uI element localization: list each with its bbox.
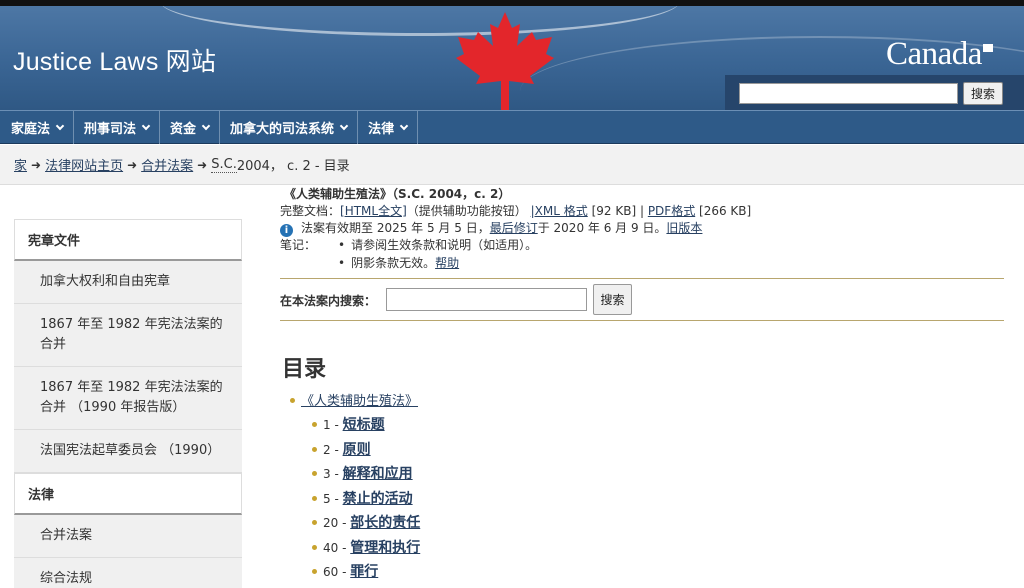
note-item: 请参阅生效条款和说明（如适用）。 (338, 236, 838, 254)
bullet-icon (312, 569, 317, 574)
bullet-icon (312, 471, 317, 476)
sidebar-item-regulations[interactable]: 综合法规 (14, 558, 242, 588)
sidebar-section-charter[interactable]: 宪章文件 (14, 219, 242, 261)
chevron-down-icon (141, 121, 151, 130)
nav-item-family-law[interactable]: 家庭法 (0, 111, 75, 144)
note-text: 请参阅生效条款和说明（如适用）。 (351, 238, 538, 252)
toc-link-minister[interactable]: 部长的责任 (350, 515, 420, 531)
chevron-down-icon (339, 121, 349, 130)
breadcrumb: 家 ➜ 法律网站主页 ➜ 合并法案 ➜ S.C. 2004， c. 2 - 目录 (0, 145, 1024, 185)
nav-item-laws[interactable]: 法律 (358, 111, 419, 144)
sidebar-item-consolidated-acts[interactable]: 合并法案 (14, 515, 242, 558)
toc-link-short-title[interactable]: 短标题 (343, 417, 385, 433)
site-search-input[interactable] (739, 83, 958, 104)
chevron-down-icon (55, 121, 65, 130)
help-link[interactable]: 帮助 (435, 256, 459, 270)
xml-size: [92 KB] | (591, 204, 644, 218)
toc-num: 40 - (323, 540, 351, 555)
canada-wordmark[interactable]: Canada (886, 36, 993, 73)
bullet-icon (312, 446, 317, 452)
breadcrumb-current: 2004， c. 2 - 目录 (236, 159, 350, 174)
sidebar-item-drafting-committee[interactable]: 法国宪法起草委员会 （1990） (14, 430, 242, 473)
arrow-right-icon: ➜ (31, 157, 42, 172)
toc-num: 3 - (323, 467, 343, 481)
act-search-input[interactable] (386, 288, 587, 311)
last-amended-link[interactable]: 最后修订 (490, 221, 538, 235)
toc-num: 1 - (323, 418, 343, 432)
toc-num: 60 - (323, 565, 351, 579)
old-versions-link[interactable]: 旧版本 (666, 221, 702, 235)
nav-item-criminal-justice[interactable]: 刑事司法 (74, 111, 161, 144)
sidebar-item-constitution-acts-1990[interactable]: 1867 年至 1982 年宪法法案的合并 （1990 年报告版） (14, 367, 242, 430)
sidebar-section-laws[interactable]: 法律 (14, 473, 242, 515)
full-document-line: 完整文档：[HTML全文]（提供辅助功能按钮） |XML 格式 [92 KB] … (280, 202, 751, 219)
chevron-down-icon (201, 121, 211, 130)
act-search-bar: 在本法案内搜索： 搜索 (280, 278, 1004, 321)
site-search-button[interactable]: 搜索 (963, 82, 1003, 105)
bullet-icon (312, 544, 317, 550)
bullet-icon (290, 398, 295, 403)
nav-label: 资金 (170, 122, 197, 137)
toc-item: 2 - 原则 (312, 439, 420, 464)
full-doc-label: 完整文档： (280, 204, 341, 218)
toc-item: 5 - 禁止的活动 (312, 488, 420, 513)
nav-label: 加拿大的司法系统 (230, 122, 335, 137)
pdf-size: [266 KB] (699, 204, 752, 218)
toc-link-administration[interactable]: 管理和执行 (350, 540, 420, 556)
toc-item: 40 - 管理和执行 (312, 537, 420, 562)
notes-label: 笔记： (280, 238, 317, 252)
arrow-right-icon: ➜ (127, 157, 138, 172)
toc-root-item: 《人类辅助生殖法》 (290, 390, 418, 409)
flag-icon (982, 44, 993, 52)
toc-num: 5 - (323, 491, 343, 506)
nav-item-funding[interactable]: 资金 (160, 111, 221, 144)
note-text: 阴影条款无效。 (351, 256, 436, 270)
nav-label: 法律 (368, 122, 395, 137)
act-search-label: 在本法案内搜索： (280, 294, 377, 308)
toc-num: 20 - (323, 516, 351, 530)
act-title: 《人类辅助生殖法》（S.C. 2004，c. 2） (284, 187, 511, 201)
toc-item: 20 - 部长的责任 (312, 512, 420, 537)
currency-text: 法案有效期至 2025 年 5 月 5 日， (301, 221, 490, 235)
site-title[interactable]: Justice Laws 网站 (13, 42, 216, 78)
toc-item: 1 - 短标题 (312, 414, 420, 439)
bullet-icon (312, 422, 317, 427)
toc-link-principles[interactable]: 原则 (343, 442, 371, 458)
amended-text: 于 2020 年 6 月 9 日。 (537, 221, 667, 235)
currency-line: i 法案有效期至 2025 年 5 月 5 日，最后修订于 2020 年 6 月 … (280, 219, 702, 237)
nav-item-justice-system[interactable]: 加拿大的司法系统 (220, 111, 359, 144)
toc-link-prohibited[interactable]: 禁止的活动 (343, 491, 413, 507)
toc-root-link[interactable]: 《人类辅助生殖法》 (301, 394, 418, 409)
toc-item: 60 - 罪行 (312, 561, 420, 586)
toc-list: 1 - 短标题 2 - 原则 3 - 解释和应用 5 - 禁止的活动 20 - … (312, 414, 420, 586)
sidebar: 宪章文件 加拿大权利和自由宪章 1867 年至 1982 年宪法法案的合并 18… (14, 219, 242, 588)
nav-label: 刑事司法 (84, 122, 137, 137)
toc-item: 3 - 解释和应用 (312, 463, 420, 488)
toc-num: 2 - (323, 442, 343, 457)
banner-swoosh (160, 6, 680, 36)
html-link[interactable]: [HTML全文] (340, 204, 407, 218)
xml-link[interactable]: |XML 格式 (531, 204, 588, 218)
note-item: 阴影条款无效。帮助 (338, 254, 838, 272)
html-note: （提供辅助功能按钮） (406, 204, 527, 218)
arrow-right-icon: ➜ (197, 157, 208, 172)
maple-leaf-icon (456, 12, 554, 110)
sidebar-item-charter-rights[interactable]: 加拿大权利和自由宪章 (14, 261, 242, 304)
breadcrumb-laws-home-link[interactable]: 法律网站主页 (45, 155, 123, 174)
toc-link-offences[interactable]: 罪行 (350, 564, 378, 580)
toc-title: 目录 (282, 357, 327, 382)
breadcrumb-consolidated-link[interactable]: 合并法案 (141, 155, 193, 174)
pdf-link[interactable]: PDF格式 (648, 204, 695, 218)
breadcrumb-sc-abbr: S.C. (211, 156, 237, 173)
bullet-icon (312, 520, 317, 525)
act-search-button[interactable]: 搜索 (593, 284, 632, 315)
chevron-down-icon (399, 121, 409, 130)
main-nav: 家庭法 刑事司法 资金 加拿大的司法系统 法律 (0, 110, 1024, 144)
nav-label: 家庭法 (11, 122, 51, 137)
breadcrumb-home-link[interactable]: 家 (14, 155, 27, 174)
toc-link-interpretation[interactable]: 解释和应用 (343, 466, 413, 482)
bullet-icon (312, 495, 317, 501)
sidebar-item-constitution-acts[interactable]: 1867 年至 1982 年宪法法案的合并 (14, 304, 242, 367)
notes-list: 请参阅生效条款和说明（如适用）。 阴影条款无效。帮助 (338, 236, 838, 272)
